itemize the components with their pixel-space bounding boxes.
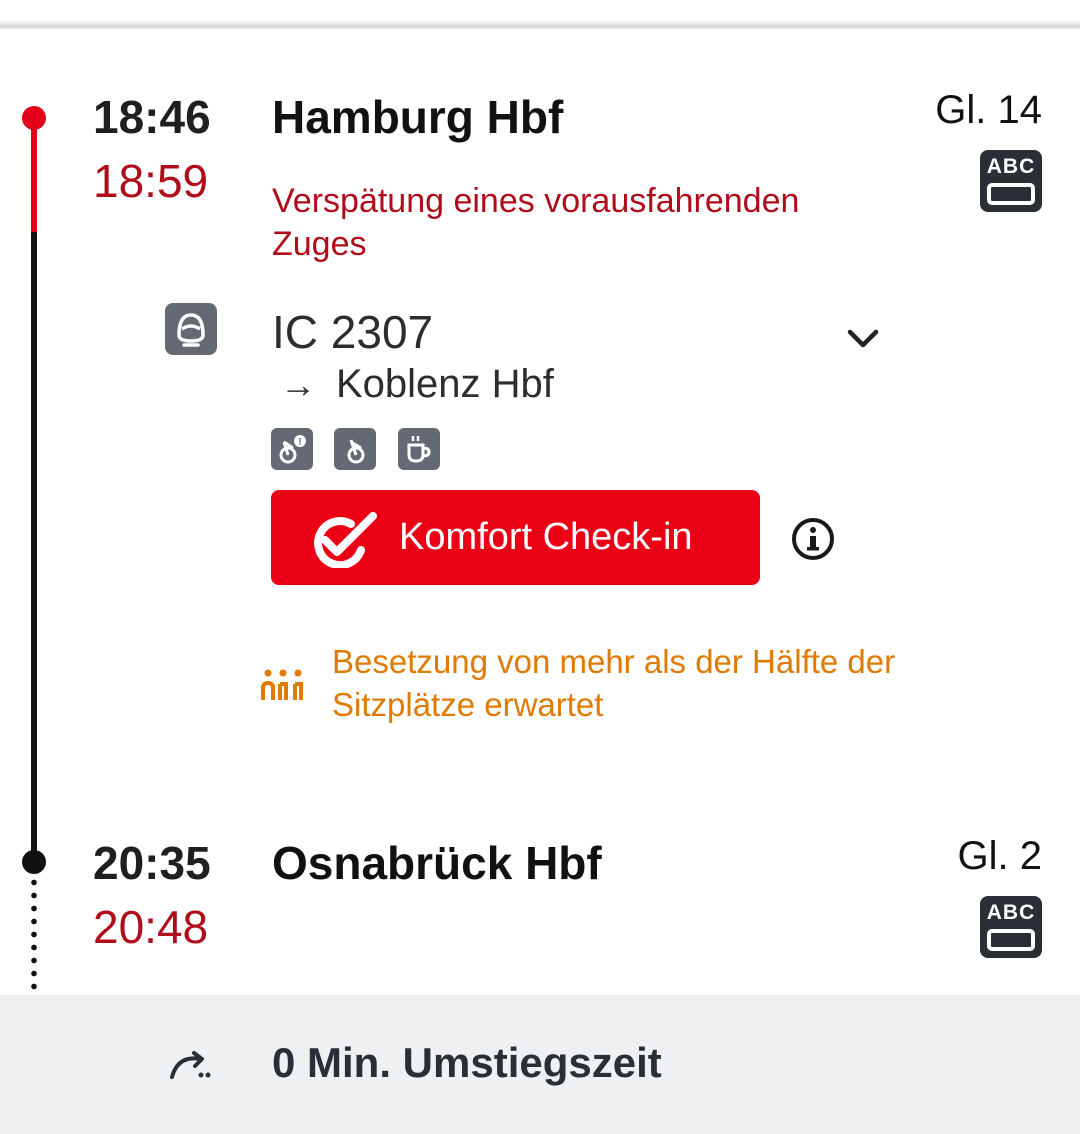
departure-track: Gl. 14: [935, 88, 1042, 132]
timeline-line-delayed: [31, 118, 37, 234]
occupancy-icon: [260, 668, 308, 709]
arrival-station[interactable]: Osnabrück Hbf: [272, 836, 602, 890]
train-icon: [165, 303, 217, 355]
checkin-check-icon: [314, 512, 377, 568]
platform-sector-icon[interactable]: ABC: [980, 896, 1042, 958]
svg-text:!: !: [298, 437, 301, 448]
platform-sector-label: ABC: [986, 901, 1036, 924]
bike-reservation-required-icon[interactable]: !: [271, 428, 313, 470]
timeline-line: [31, 232, 37, 862]
platform-sector-icon[interactable]: ABC: [980, 150, 1042, 212]
train-car-shape: [987, 183, 1035, 205]
arrival-actual-time: 20:48: [93, 901, 209, 953]
checkin-label: Komfort Check-in: [399, 516, 693, 558]
train-name[interactable]: IC 2307: [272, 305, 433, 359]
arrival-planned-time: 20:35: [93, 837, 211, 889]
departure-actual-time: 18:59: [93, 155, 209, 207]
departure-planned-time: 18:46: [93, 91, 211, 143]
occupancy-text: Besetzung von mehr als der Hälfte der Si…: [332, 643, 896, 723]
transfer-time: 0 Min. Umstiegszeit: [272, 1039, 662, 1086]
arrival-track: Gl. 2: [957, 834, 1042, 878]
komfort-checkin-button[interactable]: Komfort Check-in: [271, 490, 760, 585]
timeline-departure-dot: [22, 106, 46, 130]
timeline-arrival-dot: [22, 850, 46, 874]
train-car-shape: [987, 929, 1035, 951]
header-shadow: [0, 0, 1080, 30]
delay-reason: Verspätung eines vorausfahrenden Zuges: [272, 182, 800, 263]
platform-sector-label: ABC: [986, 155, 1036, 178]
transfer-section: 0 Min. Umstiegszeit: [0, 995, 1080, 1134]
arrow-right-icon: →: [280, 364, 316, 405]
transfer-walk-icon: [168, 1045, 216, 1090]
departure-station[interactable]: Hamburg Hbf: [272, 90, 563, 144]
chevron-down-icon[interactable]: [845, 320, 881, 361]
bistro-icon[interactable]: [398, 428, 440, 470]
train-destination: Koblenz Hbf: [336, 362, 554, 406]
bike-allowed-icon[interactable]: [334, 428, 376, 470]
info-icon[interactable]: [790, 516, 836, 562]
